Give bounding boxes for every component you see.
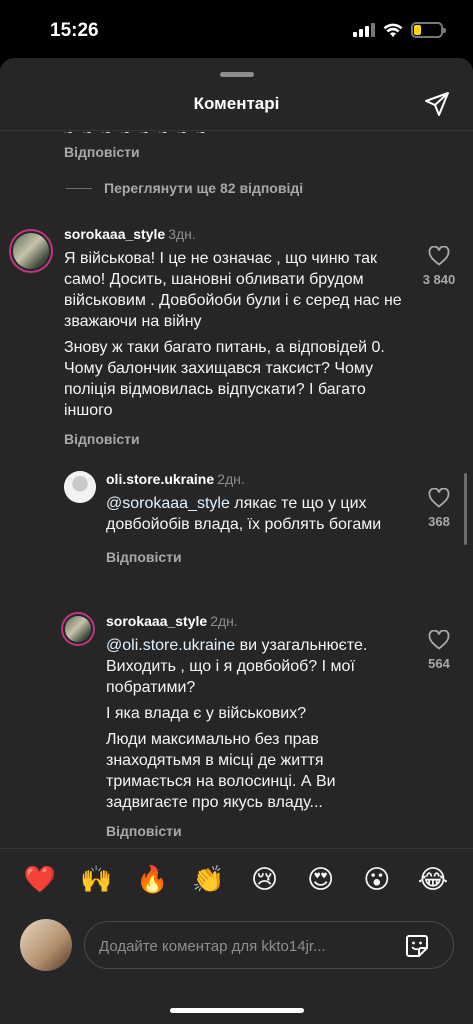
comment-body: Я військова! І це не означає , що чиню т… — [64, 248, 414, 421]
share-icon[interactable] — [423, 90, 451, 118]
reply-button[interactable]: Відповісти — [64, 144, 140, 160]
like-button[interactable]: 564 — [414, 630, 464, 671]
avatar[interactable] — [61, 612, 95, 646]
battery-icon — [411, 22, 446, 38]
clipped-comment-text: ~ ~ ~ ~ ~ ~ ~ ~ — [64, 132, 209, 141]
comments-sheet: Коментарі ~ ~ ~ ~ ~ ~ ~ ~ Відповісти Пер… — [0, 58, 473, 1024]
current-user-avatar — [20, 919, 72, 971]
avatar[interactable] — [64, 471, 96, 503]
comment-time: 3дн. — [168, 226, 196, 242]
heart-emoji-button[interactable]: ❤️ — [20, 859, 60, 899]
raised-hands-emoji-button[interactable]: 🙌 — [76, 859, 116, 899]
comment-body: @oli.store.ukraine ви узагальнюєте. Вихо… — [106, 635, 406, 813]
laughing-emoji-button[interactable]: 😂 — [413, 859, 453, 899]
sheet-header: Коментарі — [0, 86, 473, 130]
like-button[interactable]: 368 — [414, 488, 464, 529]
comment-body: @sorokaaa_style лякає те що у цих довбой… — [106, 493, 406, 535]
home-indicator[interactable] — [170, 1008, 304, 1013]
clap-emoji-button[interactable]: 👏 — [188, 859, 228, 899]
like-count: 368 — [428, 514, 450, 529]
comment-meta: sorokaaa_style 2дн. — [106, 613, 406, 629]
heart-eyes-emoji-button[interactable]: 😍 — [301, 859, 341, 899]
reply-button[interactable]: Відповісти — [106, 823, 406, 839]
comment-time: 2дн. — [210, 613, 238, 629]
comment-paragraph: Я військова! І це не означає , що чиню т… — [64, 250, 402, 330]
sticker-icon[interactable] — [403, 932, 431, 960]
status-bar: 15:26 — [0, 0, 473, 58]
reply-button[interactable]: Відповісти — [106, 549, 406, 565]
heart-icon — [428, 630, 450, 650]
comment-paragraph: Люди максимально без прав знаходятьмя в … — [106, 731, 336, 811]
replies-divider-line — [66, 187, 92, 189]
like-button[interactable]: 3 840 — [414, 246, 464, 287]
wifi-icon — [383, 23, 403, 37]
avatar[interactable] — [9, 229, 53, 273]
heart-icon — [428, 246, 450, 266]
surprised-emoji-button[interactable]: 😮 — [357, 859, 397, 899]
reply-comment-item: oli.store.ukraine 2дн. @sorokaaa_style ля… — [106, 471, 406, 565]
comment-paragraph: Знову ж таки багато питань, а відповідей… — [64, 339, 385, 419]
like-count: 3 840 — [422, 272, 456, 287]
comment-username[interactable]: sorokaaa_style — [64, 226, 165, 242]
comment-meta: sorokaaa_style 3дн. — [64, 226, 414, 242]
comment-time: 2дн. — [217, 471, 245, 487]
reply-button[interactable]: Відповісти — [64, 431, 414, 447]
sheet-grabber[interactable] — [220, 72, 254, 77]
status-icons — [353, 22, 446, 38]
fire-emoji-button[interactable]: 🔥 — [132, 859, 172, 899]
reply-comment-item: sorokaaa_style 2дн. @oli.store.ukraine ви… — [106, 613, 406, 839]
comment-item: sorokaaa_style 3дн. Я військова! І це не … — [64, 226, 414, 447]
comment-username[interactable]: oli.store.ukraine — [106, 471, 214, 487]
comment-input[interactable] — [99, 932, 389, 960]
comment-input-box[interactable] — [84, 921, 454, 969]
comment-composer: ❤️ 🙌 🔥 👏 😢 😍 😮 😂 — [0, 848, 473, 1024]
scrollbar[interactable] — [464, 473, 467, 545]
view-more-replies[interactable]: Переглянути ще 82 відповіді — [66, 180, 303, 196]
cellular-signal-icon — [353, 23, 375, 37]
status-time: 15:26 — [50, 20, 99, 41]
header-divider — [0, 130, 473, 131]
crying-emoji-button[interactable]: 😢 — [245, 859, 285, 899]
view-more-replies-label: Переглянути ще 82 відповіді — [104, 180, 304, 196]
comment-username[interactable]: sorokaaa_style — [106, 613, 207, 629]
comment-paragraph: І яка влада є у військових? — [106, 705, 307, 722]
mention-link[interactable]: @oli.store.ukraine — [106, 637, 235, 654]
comment-meta: oli.store.ukraine 2дн. — [106, 471, 406, 487]
mention-link[interactable]: @sorokaaa_style — [106, 495, 230, 512]
heart-icon — [428, 488, 450, 508]
like-count: 564 — [428, 656, 450, 671]
sheet-title: Коментарі — [193, 94, 280, 113]
emoji-quick-reactions: ❤️ 🙌 🔥 👏 😢 😍 😮 😂 — [0, 859, 473, 899]
